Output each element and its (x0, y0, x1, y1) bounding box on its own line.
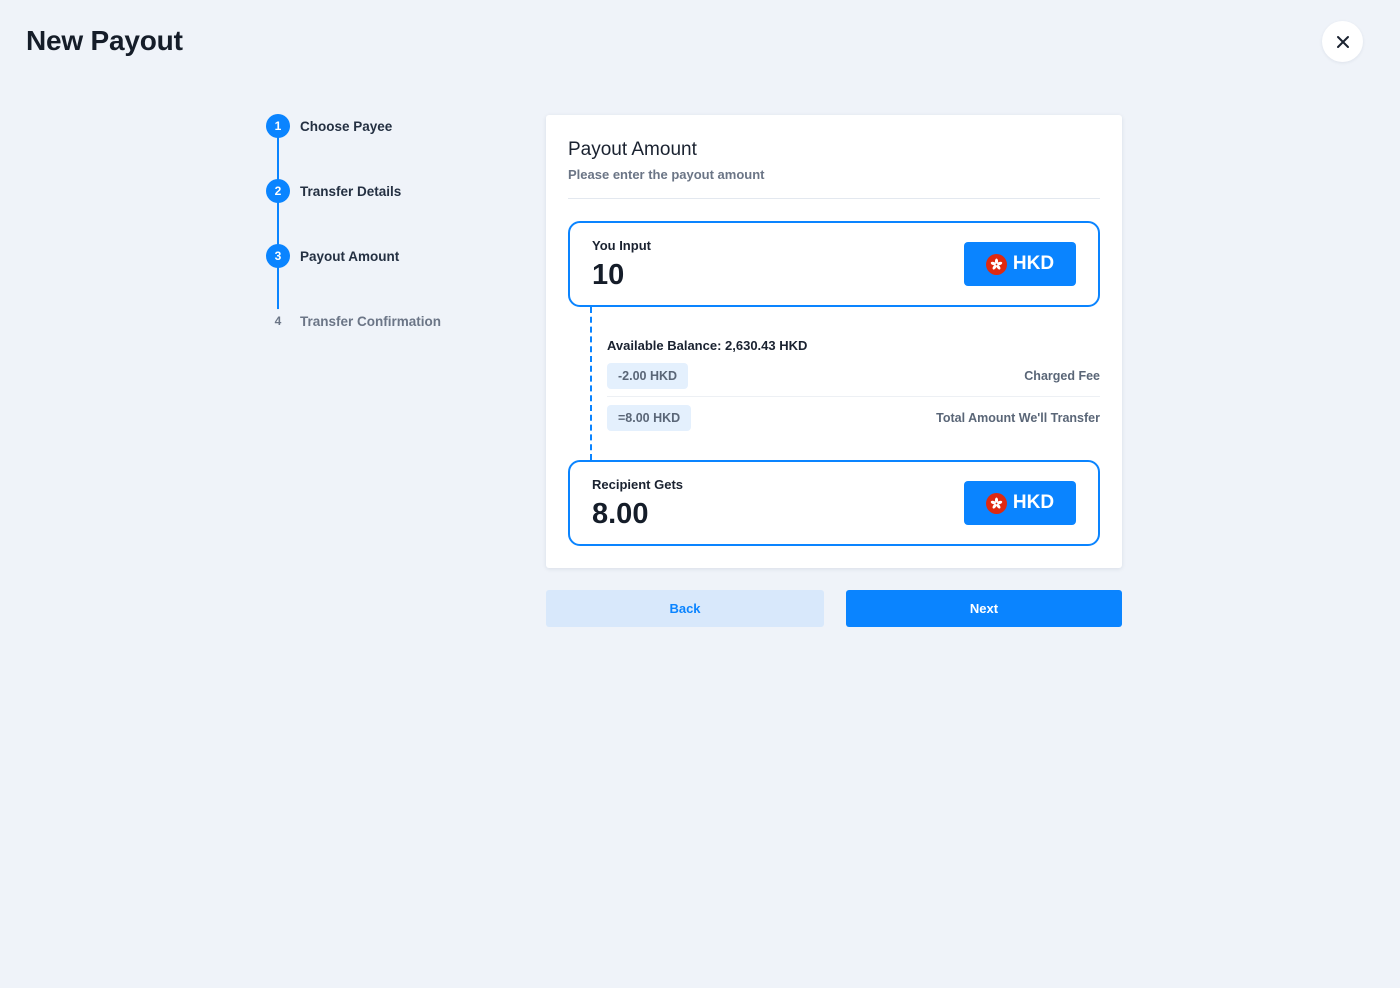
step-choose-payee[interactable]: 1 Choose Payee (266, 114, 392, 138)
currency-code: HKD (1012, 492, 1055, 513)
charged-fee-row: -2.00 HKD Charged Fee (607, 362, 1100, 390)
stepper-line (277, 126, 279, 321)
fee-label: Charged Fee (1024, 369, 1100, 383)
recipient-currency-selector[interactable]: HKD (964, 481, 1076, 525)
input-currency-selector[interactable]: HKD (964, 242, 1076, 286)
step-payout-amount[interactable]: 3 Payout Amount (266, 244, 399, 268)
total-amount-badge: =8.00 HKD (607, 405, 692, 431)
step-label: Transfer Confirmation (300, 313, 442, 329)
card-title: Payout Amount (568, 139, 697, 160)
step-label: Payout Amount (300, 248, 400, 264)
step-number-badge: 4 (266, 309, 290, 333)
currency-code: HKD (1012, 253, 1055, 274)
progress-stepper: 1 Choose Payee 2 Transfer Details 3 Payo… (266, 114, 526, 344)
step-label: Transfer Details (300, 183, 402, 199)
connector-dashed-line (590, 307, 592, 460)
card-subtitle: Please enter the payout amount (568, 167, 765, 182)
step-transfer-details[interactable]: 2 Transfer Details (266, 179, 401, 203)
step-label: Choose Payee (300, 118, 393, 134)
new-payout-page: New Payout 1 Choose Payee 2 Transfer Det… (0, 0, 1400, 988)
input-amount-box[interactable]: You Input 10 HKD (568, 221, 1100, 307)
page-title: New Payout (26, 25, 183, 56)
step-number-badge: 2 (266, 179, 290, 203)
available-balance: Available Balance: 2,630.43 HKD (607, 338, 808, 353)
step-transfer-confirmation: 4 Transfer Confirmation (266, 309, 441, 333)
total-label: Total Amount We'll Transfer (936, 411, 1100, 425)
input-amount-field[interactable]: 10 (592, 259, 624, 292)
total-transfer-row: =8.00 HKD Total Amount We'll Transfer (607, 404, 1100, 432)
next-button[interactable]: Next (846, 590, 1122, 627)
card-divider (568, 198, 1100, 199)
fee-amount-badge: -2.00 HKD (607, 363, 689, 389)
payout-amount-card: Payout Amount Please enter the payout am… (546, 115, 1122, 568)
close-button[interactable] (1322, 21, 1363, 62)
back-button[interactable]: Back (546, 590, 824, 627)
hong-kong-flag-icon (985, 253, 1007, 275)
input-amount-label: You Input (592, 238, 651, 253)
step-number-badge: 3 (266, 244, 290, 268)
fee-divider (607, 396, 1100, 397)
recipient-amount-field[interactable]: 8.00 (592, 498, 648, 531)
recipient-amount-label: Recipient Gets (592, 477, 684, 492)
hong-kong-flag-icon (985, 492, 1007, 514)
recipient-amount-box[interactable]: Recipient Gets 8.00 HKD (568, 460, 1100, 546)
step-number-badge: 1 (266, 114, 290, 138)
close-icon (1336, 35, 1349, 48)
